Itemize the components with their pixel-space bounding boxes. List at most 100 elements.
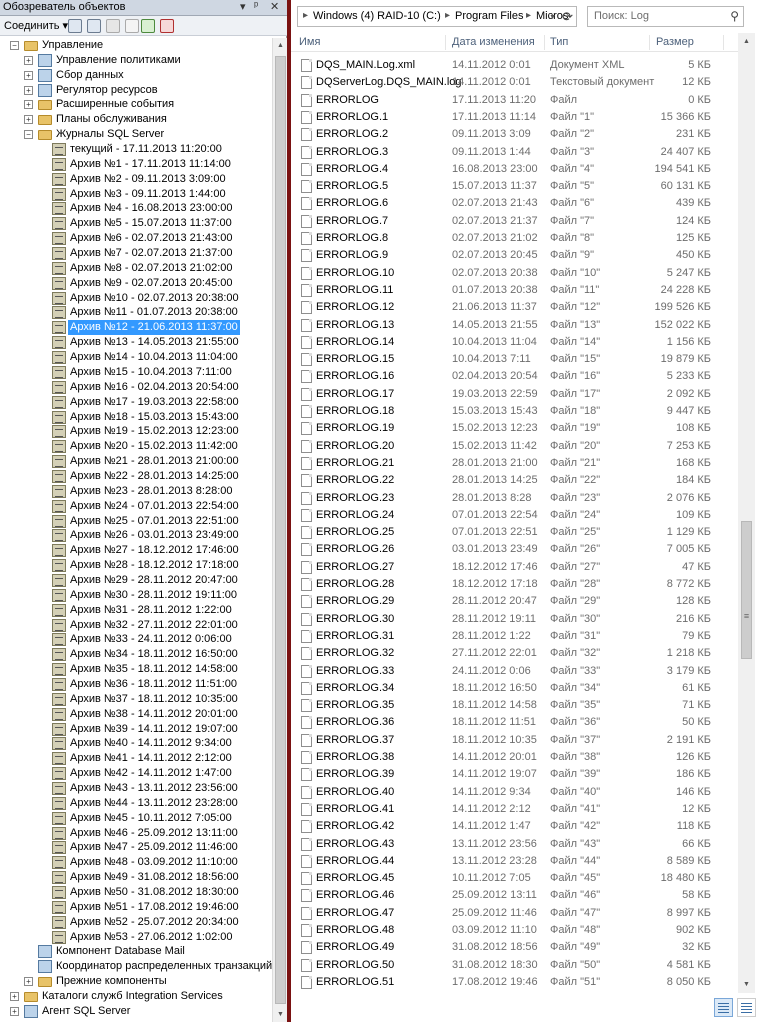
expand-icon[interactable]: + xyxy=(10,992,19,1002)
collapse-icon[interactable]: − xyxy=(10,41,19,50)
expand-icon[interactable]: + xyxy=(24,55,33,65)
file-row[interactable]: ERRORLOG.2 09.11.2013 3:09 Файл "2" 231 КБ xyxy=(291,126,738,143)
file-row[interactable]: ERRORLOG.29 28.11.2012 20:47 Файл "29" 128 … xyxy=(291,593,738,610)
file-row[interactable]: ERRORLOG.22 28.01.2013 14:25 Файл "22" 184 … xyxy=(291,472,738,489)
collapse-icon[interactable]: − xyxy=(24,130,33,140)
file-row[interactable]: ERRORLOG.42 14.11.2012 1:47 Файл "42" 118 К… xyxy=(291,818,738,835)
breadcrumb-chevron-icon[interactable]: ▸ xyxy=(526,10,531,21)
file-row[interactable]: DQServerLog.DQS_MAIN.log 14.11.2012 0:01 Т… xyxy=(291,74,738,91)
expand-icon[interactable]: + xyxy=(24,100,33,110)
file-row[interactable]: ERRORLOG.23 28.01.2013 8:28 Файл "23" 2 076… xyxy=(291,490,738,507)
tree-node[interactable]: Архив №38 - 14.11.2012 20:01:00 xyxy=(0,707,272,722)
search-box[interactable]: Поиск: Log ⚲ xyxy=(587,6,744,27)
stop-icon[interactable] xyxy=(106,19,120,33)
expand-icon[interactable]: + xyxy=(24,977,33,987)
object-explorer-scrollbar[interactable]: ▲ ▼ xyxy=(272,38,287,1022)
tree-node[interactable]: Архив №19 - 15.02.2013 12:23:00 xyxy=(0,424,272,439)
tree-node[interactable]: Архив №37 - 18.11.2012 10:35:00 xyxy=(0,692,272,707)
file-row[interactable]: ERRORLOG.37 18.11.2012 10:35 Файл "37" 2 19… xyxy=(291,732,738,749)
tree-node[interactable]: Архив №52 - 25.07.2012 20:34:00 xyxy=(0,915,272,930)
file-row[interactable]: ERRORLOG.51 17.08.2012 19:46 Файл "51" 8 05… xyxy=(291,974,738,991)
tree-node[interactable]: Архив №31 - 28.11.2012 1:22:00 xyxy=(0,603,272,618)
tree-node[interactable]: Архив №21 - 28.01.2013 21:00:00 xyxy=(0,454,272,469)
tree-node[interactable]: Архив №26 - 03.01.2013 23:49:00 xyxy=(0,528,272,543)
tree-node[interactable]: Архив №43 - 13.11.2012 23:56:00 xyxy=(0,781,272,796)
file-row[interactable]: ERRORLOG.38 14.11.2012 20:01 Файл "38" 126 … xyxy=(291,749,738,766)
file-row[interactable]: ERRORLOG.16 02.04.2013 20:54 Файл "16" 5 23… xyxy=(291,368,738,385)
scroll-up-icon[interactable]: ▲ xyxy=(273,38,288,53)
file-row[interactable]: ERRORLOG.21 28.01.2013 21:00 Файл "21" 168 … xyxy=(291,455,738,472)
column-divider[interactable] xyxy=(649,35,650,50)
file-row[interactable]: ERRORLOG.34 18.11.2012 16:50 Файл "34" 61 К… xyxy=(291,680,738,697)
tree-node[interactable]: Архив №34 - 18.11.2012 16:50:00 xyxy=(0,647,272,662)
tree-node[interactable]: Архив №50 - 31.08.2012 18:30:00 xyxy=(0,885,272,900)
tree-node[interactable]: Архив №9 - 02.07.2013 20:45:00 xyxy=(0,276,272,291)
tree-node[interactable]: Архив №22 - 28.01.2013 14:25:00 xyxy=(0,469,272,484)
tree-node[interactable]: + Расширенные события xyxy=(0,97,272,112)
column-header-size[interactable]: Размер xyxy=(656,36,694,48)
tree-node[interactable]: Архив №3 - 09.11.2013 1:44:00 xyxy=(0,187,272,202)
file-row[interactable]: ERRORLOG.27 18.12.2012 17:46 Файл "27" 47 К… xyxy=(291,559,738,576)
file-row[interactable]: ERRORLOG.11 01.07.2013 20:38 Файл "11" 24 2… xyxy=(291,282,738,299)
large-icons-view-icon[interactable] xyxy=(737,998,756,1017)
file-row[interactable]: ERRORLOG.45 10.11.2012 7:05 Файл "45" 18 48… xyxy=(291,870,738,887)
pin-icon[interactable]: ᵖ xyxy=(254,0,258,12)
file-row[interactable]: ERRORLOG.3 09.11.2013 1:44 Файл "3" 24 407 … xyxy=(291,144,738,161)
file-row[interactable]: ERRORLOG.33 24.11.2012 0:06 Файл "33" 3 179… xyxy=(291,663,738,680)
file-row[interactable]: ERRORLOG.44 13.11.2012 23:28 Файл "44" 8 58… xyxy=(291,853,738,870)
refresh-icon[interactable]: ⟳ xyxy=(562,9,573,25)
tree-node[interactable]: Архив №45 - 10.11.2012 7:05:00 xyxy=(0,811,272,826)
tree-node[interactable]: + Планы обслуживания xyxy=(0,112,272,127)
column-divider[interactable] xyxy=(544,35,545,50)
scroll-down-icon[interactable]: ▼ xyxy=(738,976,755,993)
tree-node[interactable]: + Регулятор ресурсов xyxy=(0,83,272,98)
search-input[interactable]: Поиск: Log xyxy=(594,10,649,22)
column-header-date[interactable]: Дата изменения xyxy=(452,36,535,48)
breadcrumb-drive[interactable]: Windows (4) RAID-10 (C:) xyxy=(313,10,441,22)
tree-node[interactable]: Архив №51 - 17.08.2012 19:46:00 xyxy=(0,900,272,915)
tree-node[interactable]: Архив №2 - 09.11.2013 3:09:00 xyxy=(0,172,272,187)
tree-node[interactable]: Архив №27 - 18.12.2012 17:46:00 xyxy=(0,543,272,558)
file-row[interactable]: ERRORLOG.19 15.02.2013 12:23 Файл "19" 108 … xyxy=(291,420,738,437)
tree-node[interactable]: Архив №39 - 14.11.2012 19:07:00 xyxy=(0,722,272,737)
tree-node[interactable]: Архив №17 - 19.03.2013 22:58:00 xyxy=(0,395,272,410)
tree-node[interactable]: Архив №15 - 10.04.2013 7:11:00 xyxy=(0,365,272,380)
tree-node[interactable]: Архив №32 - 27.11.2012 22:01:00 xyxy=(0,618,272,633)
tree-node[interactable]: Архив №33 - 24.11.2012 0:06:00 xyxy=(0,632,272,647)
tree-node[interactable]: − Управление xyxy=(0,38,272,53)
file-row[interactable]: ERRORLOG.46 25.09.2012 13:11 Файл "46" 58 К… xyxy=(291,887,738,904)
address-bar[interactable]: ▸ Windows (4) RAID-10 (C:) ▸ Program Fil… xyxy=(297,6,577,27)
file-row[interactable]: ERRORLOG.39 14.11.2012 19:07 Файл "39" 186 … xyxy=(291,766,738,783)
tree-node[interactable]: Архив №46 - 25.09.2012 13:11:00 xyxy=(0,826,272,841)
tree-node[interactable]: текущий - 17.11.2013 11:20:00 xyxy=(0,142,272,157)
file-row[interactable]: ERRORLOG.26 03.01.2013 23:49 Файл "26" 7 00… xyxy=(291,541,738,558)
file-row[interactable]: ERRORLOG.25 07.01.2013 22:51 Файл "25" 1 12… xyxy=(291,524,738,541)
address-dropdown-icon[interactable]: ▼ xyxy=(549,14,556,21)
scrollbar-thumb[interactable] xyxy=(741,521,752,659)
file-row[interactable]: ERRORLOG.31 28.11.2012 1:22 Файл "31" 79 КБ xyxy=(291,628,738,645)
file-row[interactable]: ERRORLOG.28 18.12.2012 17:18 Файл "28" 8 77… xyxy=(291,576,738,593)
file-row[interactable]: DQS_MAIN.Log.xml 14.11.2012 0:01 Документ … xyxy=(291,57,738,74)
tree-node[interactable]: Архив №14 - 10.04.2013 11:04:00 xyxy=(0,350,272,365)
scrollbar-thumb[interactable] xyxy=(275,56,286,1004)
tree-node[interactable]: + Агент SQL Server xyxy=(0,1004,272,1019)
tree-node[interactable]: Архив №13 - 14.05.2013 21:55:00 xyxy=(0,335,272,350)
file-row[interactable]: ERRORLOG.12 21.06.2013 11:37 Файл "12" 199 … xyxy=(291,299,738,316)
file-row[interactable]: ERRORLOG.43 13.11.2012 23:56 Файл "43" 66 К… xyxy=(291,836,738,853)
tree-node[interactable]: Архив №49 - 31.08.2012 18:56:00 xyxy=(0,870,272,885)
file-row[interactable]: ERRORLOG.17 19.03.2013 22:59 Файл "17" 2 09… xyxy=(291,386,738,403)
file-row[interactable]: ERRORLOG.47 25.09.2012 11:46 Файл "47" 8 99… xyxy=(291,905,738,922)
column-header-type[interactable]: Тип xyxy=(550,36,568,48)
file-row[interactable]: ERRORLOG.32 27.11.2012 22:01 Файл "32" 1 21… xyxy=(291,645,738,662)
file-row[interactable]: ERRORLOG.48 03.09.2012 11:10 Файл "48" 902 … xyxy=(291,922,738,939)
file-row[interactable]: ERRORLOG.41 14.11.2012 2:12 Файл "41" 12 КБ xyxy=(291,801,738,818)
file-row[interactable]: ERRORLOG.35 18.11.2012 14:58 Файл "35" 71 К… xyxy=(291,697,738,714)
tree-node[interactable]: Архив №29 - 28.11.2012 20:47:00 xyxy=(0,573,272,588)
tree-node[interactable]: Архив №24 - 07.01.2013 22:54:00 xyxy=(0,499,272,514)
scroll-up-icon[interactable]: ▲ xyxy=(738,33,755,50)
tree-node[interactable]: Архив №42 - 14.11.2012 1:47:00 xyxy=(0,766,272,781)
file-row[interactable]: ERRORLOG.50 31.08.2012 18:30 Файл "50" 4 58… xyxy=(291,957,738,974)
file-row[interactable]: ERRORLOG.15 10.04.2013 7:11 Файл "15" 19 87… xyxy=(291,351,738,368)
file-row[interactable]: ERRORLOG.10 02.07.2013 20:38 Файл "10" 5 24… xyxy=(291,265,738,282)
tree-node[interactable]: Архив №40 - 14.11.2012 9:34:00 xyxy=(0,736,272,751)
